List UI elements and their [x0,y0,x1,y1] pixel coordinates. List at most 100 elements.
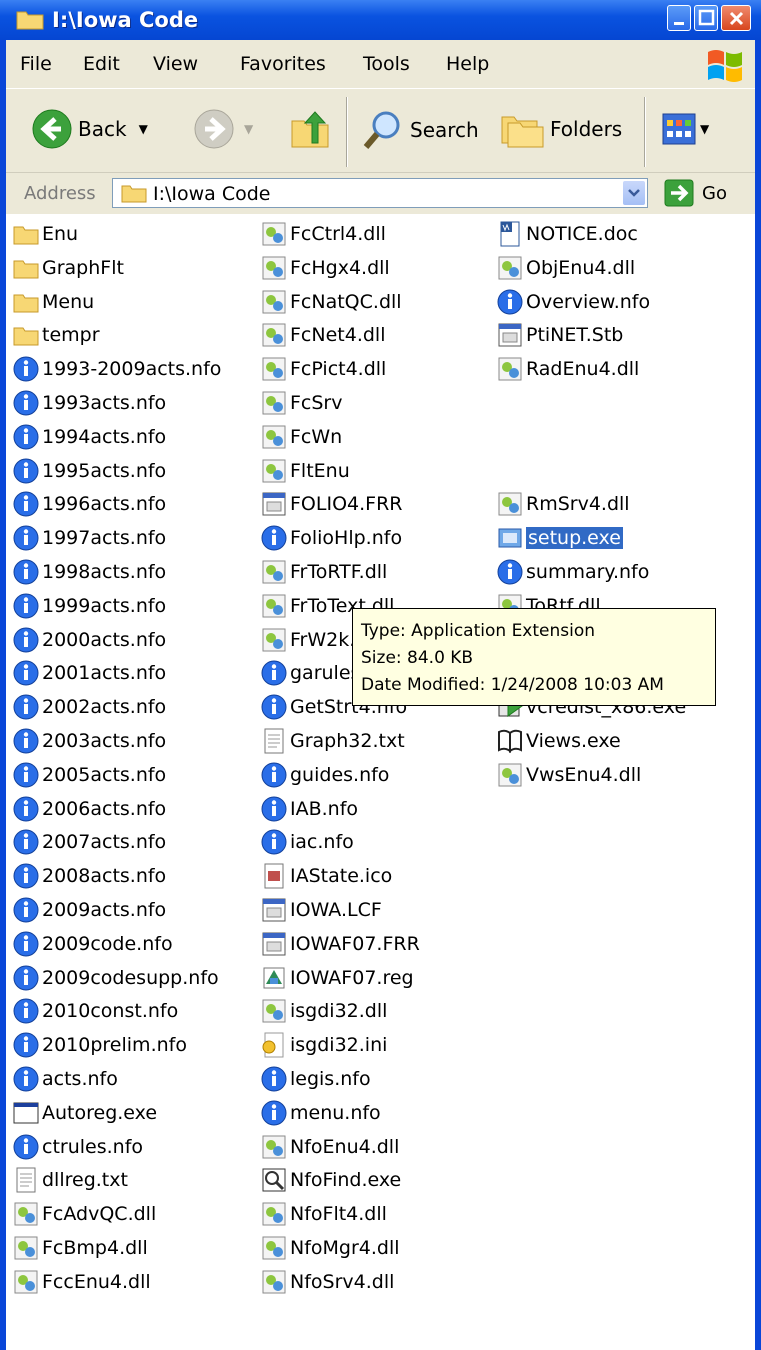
file-item[interactable]: FccEnu4.dll [12,1267,151,1297]
file-item[interactable]: VwsEnu4.dll [496,760,641,790]
file-item[interactable]: NOTICE.doc [496,219,638,249]
file-item[interactable]: FOLIO4.FRR [260,489,403,519]
file-item[interactable]: NfoSrv4.dll [260,1267,394,1297]
views-dropdown-icon[interactable]: ▼ [700,122,709,136]
file-item[interactable]: NfoMgr4.dll [260,1233,400,1263]
file-item[interactable]: 2001acts.nfo [12,658,166,688]
file-item[interactable]: acts.nfo [12,1064,118,1094]
dll-icon [262,256,286,280]
file-item[interactable]: GraphFlt [12,253,124,283]
file-item[interactable]: 2009codesupp.nfo [12,963,219,993]
file-item[interactable]: guides.nfo [260,760,389,790]
tooltip-size: Size: 84.0 KB [361,648,474,668]
file-item[interactable]: 2000acts.nfo [12,625,166,655]
file-item[interactable]: Enu [12,219,78,249]
file-item[interactable]: 2005acts.nfo [12,760,166,790]
file-item[interactable]: IAB.nfo [260,794,358,824]
file-item[interactable]: FcCtrl4.dll [260,219,386,249]
file-item[interactable]: dllreg.txt [12,1165,128,1195]
file-item[interactable]: IOWAF07.reg [260,963,414,993]
file-item[interactable]: FcBmp4.dll [12,1233,148,1263]
address-dropdown-button[interactable] [623,181,645,205]
file-item[interactable]: 2003acts.nfo [12,726,166,756]
file-item[interactable]: IAState.ico [260,861,392,891]
file-item[interactable]: Menu [12,287,94,317]
forward-button[interactable]: ▼ [194,109,253,149]
file-item[interactable]: 1996acts.nfo [12,489,166,519]
file-item[interactable]: iac.nfo [260,827,354,857]
file-item[interactable]: 2010prelim.nfo [12,1030,187,1060]
file-item[interactable]: RmSrv4.dll [496,489,630,519]
back-label: Back [78,117,127,141]
file-item[interactable]: 1994acts.nfo [12,422,166,452]
file-item[interactable]: NfoFlt4.dll [260,1199,387,1229]
generic-file-icon [262,932,286,956]
views-button[interactable]: ▼ [662,113,709,145]
menu-edit[interactable]: Edit [83,53,120,75]
file-item[interactable]: FolioHlp.nfo [260,523,402,553]
minimize-button[interactable] [667,5,691,31]
file-item[interactable]: 1997acts.nfo [12,523,166,553]
file-item[interactable]: ObjEnu4.dll [496,253,635,283]
file-item[interactable]: NfoFind.exe [260,1165,401,1195]
file-item[interactable]: IOWAF07.FRR [260,929,420,959]
dll-icon [498,357,522,381]
file-item[interactable]: RadEnu4.dll [496,354,639,384]
file-item[interactable]: tempr [12,320,100,350]
file-item[interactable]: 2010const.nfo [12,996,178,1026]
file-name: 1996acts.nfo [42,493,167,516]
file-item[interactable]: 2007acts.nfo [12,827,166,857]
menu-help[interactable]: Help [446,53,489,75]
forward-dropdown-icon[interactable]: ▼ [244,122,253,136]
title-bar[interactable]: I:\Iowa Code [0,0,761,40]
file-item[interactable]: 1993-2009acts.nfo [12,354,221,384]
file-item[interactable]: isgdi32.ini [260,1030,387,1060]
file-item[interactable]: FrToRTF.dll [260,557,387,587]
menu-file[interactable]: File [20,53,52,75]
address-input[interactable]: I:\Iowa Code [112,178,648,208]
dll-icon [262,222,286,246]
file-item[interactable]: summary.nfo [496,557,649,587]
file-item[interactable]: FcPict4.dll [260,354,386,384]
menu-favorites[interactable]: Favorites [240,53,326,75]
file-item[interactable]: PtiNET.Stb [496,320,623,350]
file-item[interactable]: FltEnu [260,456,350,486]
file-item[interactable]: 1999acts.nfo [12,591,166,621]
back-dropdown-icon[interactable]: ▼ [139,122,148,136]
search-button[interactable]: Search [362,109,479,151]
file-item[interactable]: FcAdvQC.dll [12,1199,156,1229]
file-item[interactable]: 1993acts.nfo [12,388,166,418]
file-item[interactable]: 1995acts.nfo [12,456,166,486]
file-item[interactable]: Autoreg.exe [12,1098,157,1128]
folders-button[interactable]: Folders [500,109,622,149]
file-item[interactable]: ctrules.nfo [12,1132,143,1162]
file-item[interactable]: IOWA.LCF [260,895,382,925]
file-item[interactable]: FcSrv [260,388,343,418]
file-item[interactable]: 2006acts.nfo [12,794,166,824]
menu-view[interactable]: View [153,53,198,75]
file-item[interactable]: 2008acts.nfo [12,861,166,891]
file-item[interactable]: FcWn [260,422,342,452]
maximize-button[interactable] [694,5,718,31]
file-item[interactable]: menu.nfo [260,1098,381,1128]
back-button[interactable]: Back ▼ [32,109,148,149]
file-item[interactable]: legis.nfo [260,1064,371,1094]
close-button[interactable] [721,5,751,31]
go-button[interactable]: Go [664,179,727,207]
menu-tools[interactable]: Tools [363,53,410,75]
file-item[interactable]: NfoEnu4.dll [260,1132,399,1162]
file-item[interactable]: Overview.nfo [496,287,650,317]
file-item[interactable]: FcHgx4.dll [260,253,390,283]
file-item[interactable]: FcNatQC.dll [260,287,402,317]
file-item[interactable]: 2002acts.nfo [12,692,166,722]
file-name: 2003acts.nfo [42,730,167,752]
file-item[interactable]: 2009acts.nfo [12,895,166,925]
file-item[interactable]: 1998acts.nfo [12,557,166,587]
file-item[interactable]: 2009code.nfo [12,929,173,959]
file-item[interactable]: Graph32.txt [260,726,405,756]
file-item[interactable]: isgdi32.dll [260,996,387,1026]
file-item[interactable]: FcNet4.dll [260,320,385,350]
file-item[interactable]: Views.exe [496,726,621,756]
file-item[interactable]: setup.exe [496,523,623,553]
up-folder-icon[interactable] [290,109,330,149]
